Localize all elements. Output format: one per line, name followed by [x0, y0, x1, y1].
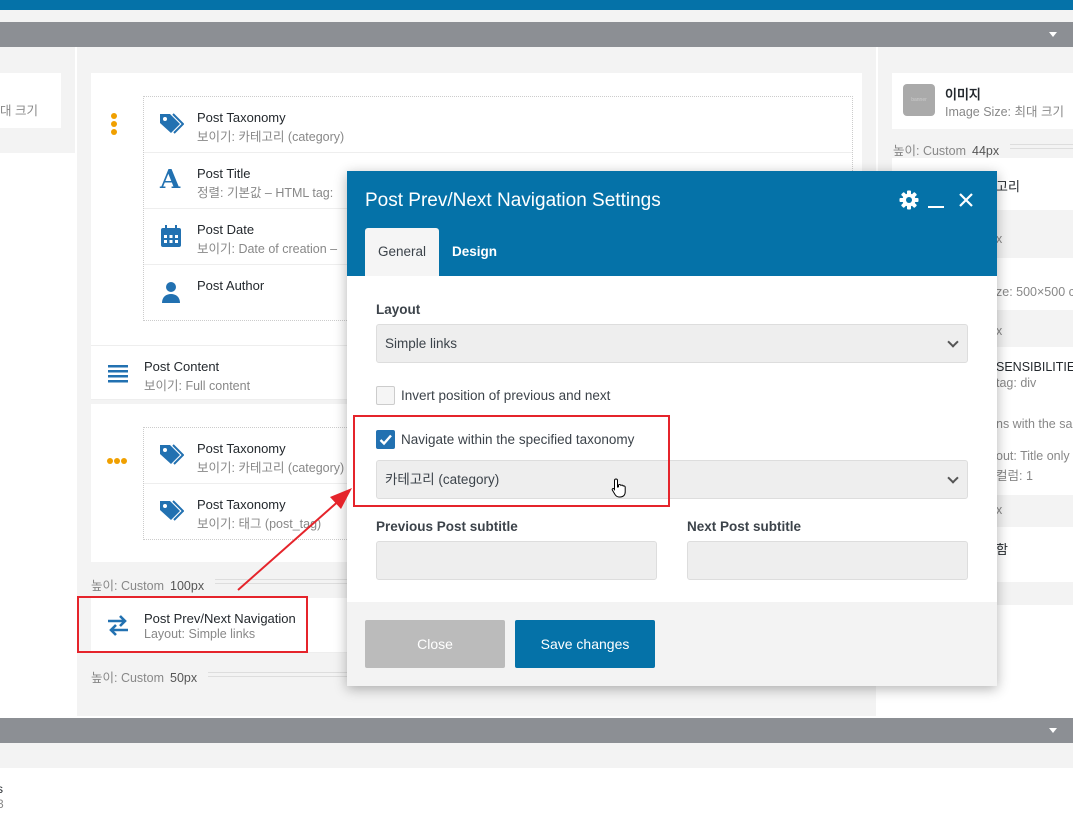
user-icon	[162, 282, 180, 303]
minimize-icon[interactable]	[928, 206, 944, 208]
tab-design[interactable]: Design	[439, 228, 510, 276]
close-icon[interactable]	[958, 192, 974, 208]
vertical-dots-icon[interactable]	[111, 113, 117, 135]
gear-icon[interactable]	[899, 190, 919, 210]
height-setting[interactable]: 높이: Custom 44px	[893, 140, 999, 159]
admin-top-bar	[0, 0, 1073, 10]
tag-icon	[160, 500, 184, 521]
save-changes-button[interactable]: Save changes	[515, 620, 655, 668]
previous-subtitle-input[interactable]	[376, 541, 657, 580]
resize-handle[interactable]	[1010, 144, 1073, 149]
invert-checkbox[interactable]	[376, 386, 395, 405]
height-setting[interactable]: 높이: Custom 100px	[91, 575, 204, 594]
highlight-box	[353, 415, 670, 507]
next-subtitle-input[interactable]	[687, 541, 968, 580]
highlight-box	[77, 596, 308, 653]
layout-label: Layout	[376, 302, 421, 317]
tag-icon	[160, 113, 184, 134]
align-justify-icon	[108, 365, 128, 383]
modal-footer: Close Save changes	[347, 602, 997, 686]
spacer	[0, 10, 1073, 22]
tag-icon	[160, 444, 184, 465]
text-a-icon: A	[160, 165, 181, 195]
chevron-down-icon	[947, 472, 959, 484]
resize-handle[interactable]	[208, 672, 348, 677]
layout-select[interactable]: Simple links	[376, 324, 968, 363]
caret-down-icon[interactable]	[1049, 728, 1057, 733]
calendar-icon	[161, 225, 181, 247]
modal-title: Post Prev/Next Navigation Settings	[365, 190, 661, 211]
section-header-bar[interactable]	[0, 22, 1073, 47]
section-header-bar-2[interactable]	[0, 718, 1073, 743]
height-setting[interactable]: 높이: Custom 50px	[91, 667, 197, 686]
image-thumbnail: banner	[903, 84, 935, 116]
annotation-arrow-icon	[237, 488, 352, 591]
close-button[interactable]: Close	[365, 620, 505, 668]
element-image[interactable]: banner 이미지 Image Size: 최대 크기	[892, 73, 1073, 129]
modal-header[interactable]: Post Prev/Next Navigation Settings Gener…	[347, 171, 997, 276]
caret-down-icon[interactable]	[1049, 32, 1057, 37]
element-post-taxonomy[interactable]: Post Taxonomy 보이기: 카테고리 (category)	[144, 97, 852, 153]
tab-general[interactable]: General	[365, 228, 440, 276]
horizontal-dots-icon[interactable]	[107, 452, 127, 467]
left-image-card[interactable]: 대 크기	[0, 73, 61, 128]
spacer	[0, 743, 1073, 768]
chevron-down-icon	[947, 336, 959, 348]
